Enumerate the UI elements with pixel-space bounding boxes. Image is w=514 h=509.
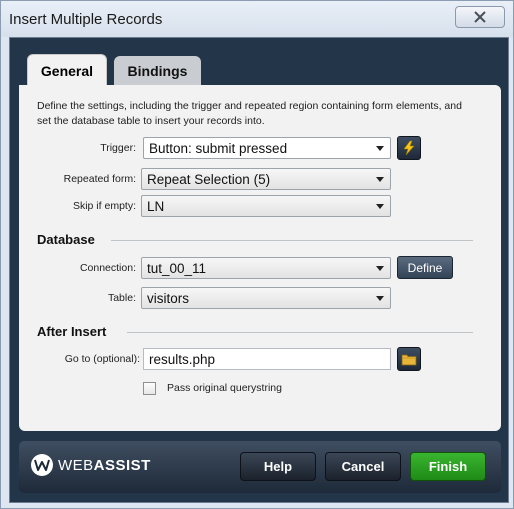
connection-value: tut_00_11: [147, 261, 207, 276]
webassist-logo: WEBASSIST: [31, 454, 151, 476]
database-divider: [111, 240, 473, 241]
table-label: Table:: [107, 292, 136, 304]
trigger-select[interactable]: Button: submit pressed: [143, 137, 391, 159]
chevron-down-icon: [376, 204, 384, 209]
webassist-logo-icon: [31, 454, 53, 476]
connection-select[interactable]: tut_00_11: [141, 257, 391, 279]
repeated-form-select[interactable]: Repeat Selection (5): [141, 168, 391, 190]
repeated-form-value: Repeat Selection (5): [147, 172, 271, 187]
brand-part-assist: ASSIST: [93, 456, 151, 474]
after-insert-divider: [127, 332, 473, 333]
define-button[interactable]: Define: [397, 256, 453, 279]
repeated-form-label: Repeated form:: [63, 173, 136, 185]
connection-label: Connection:: [79, 262, 136, 274]
folder-icon: [401, 354, 417, 366]
chevron-down-icon: [376, 296, 384, 301]
pass-querystring-label: Pass original querystring: [167, 382, 282, 394]
goto-value: results.php: [149, 352, 216, 367]
chevron-down-icon: [376, 177, 384, 182]
skip-if-empty-label: Skip if empty:: [72, 200, 136, 212]
general-panel: Define the settings, including the trigg…: [19, 85, 501, 431]
chevron-down-icon: [376, 146, 384, 151]
window-title: Insert Multiple Records: [9, 11, 163, 28]
description-text: Define the settings, including the trigg…: [37, 100, 462, 127]
title-bar: Insert Multiple Records: [1, 1, 513, 37]
finish-button[interactable]: Finish: [410, 452, 486, 481]
cancel-button[interactable]: Cancel: [325, 452, 401, 481]
goto-label: Go to (optional):: [64, 353, 140, 365]
chevron-down-icon: [376, 266, 384, 271]
close-icon: [474, 11, 486, 23]
trigger-value: Button: submit pressed: [149, 141, 288, 156]
pass-querystring-checkbox[interactable]: [143, 382, 156, 395]
lightning-icon: [403, 140, 415, 156]
brand-part-web: WEB: [58, 456, 94, 474]
dialog-window: Insert Multiple Records General Bindings…: [0, 0, 514, 509]
webassist-brand: WEBASSIST: [58, 457, 151, 474]
dialog-footer: WEBASSIST Help Cancel Finish: [19, 441, 501, 493]
tab-general[interactable]: General: [27, 54, 107, 86]
browse-folder-button[interactable]: [397, 347, 421, 371]
tab-bindings[interactable]: Bindings: [114, 56, 201, 86]
trigger-label: Trigger:: [100, 142, 136, 154]
goto-input[interactable]: results.php: [143, 348, 391, 370]
skip-if-empty-select[interactable]: LN: [141, 195, 391, 217]
skip-if-empty-value: LN: [147, 199, 165, 214]
database-heading: Database: [37, 232, 95, 247]
help-button[interactable]: Help: [240, 452, 316, 481]
table-value: visitors: [147, 291, 190, 306]
after-insert-heading: After Insert: [37, 324, 107, 339]
table-select[interactable]: visitors: [141, 287, 391, 309]
trigger-lightning-button[interactable]: [397, 136, 421, 160]
close-button[interactable]: [455, 6, 505, 28]
